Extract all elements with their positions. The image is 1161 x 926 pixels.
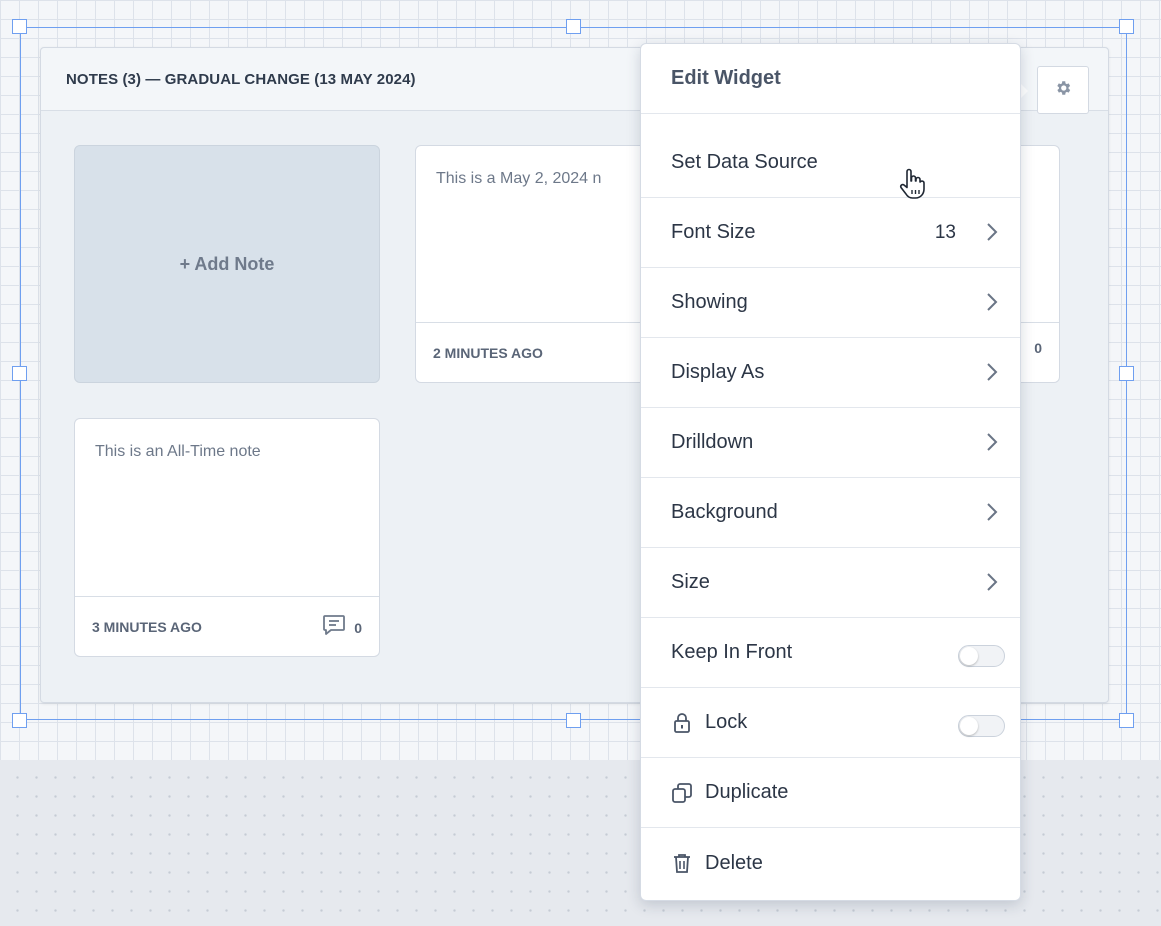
resize-handle-top-right[interactable]: [1119, 19, 1134, 34]
resize-handle-left[interactable]: [12, 366, 27, 381]
chevron-right-icon: [986, 502, 998, 527]
toggle-knob: [960, 717, 978, 735]
chevron-right-icon: [986, 572, 998, 597]
menu-item-keep-in-front: Keep In Front: [641, 618, 1020, 688]
toggle-knob: [960, 647, 978, 665]
menu-item-label: Background: [671, 501, 778, 523]
menu-item-duplicate[interactable]: Duplicate: [641, 758, 1020, 828]
menu-item-label: Size: [671, 571, 710, 593]
menu-item-label: Lock: [705, 711, 748, 733]
menu-item-label: Set Data Source: [671, 151, 818, 173]
hand-cursor-icon: [898, 168, 926, 205]
menu-item-set-data-source[interactable]: Set Data Source: [641, 128, 1020, 198]
menu-item-label: Keep In Front: [671, 641, 793, 663]
duplicate-icon: [671, 782, 693, 804]
menu-item-label: Showing: [671, 291, 748, 313]
resize-handle-top[interactable]: [566, 19, 581, 34]
menu-item-display-as[interactable]: Display As: [641, 338, 1020, 408]
menu-item-delete[interactable]: Delete: [641, 828, 1020, 898]
menu-item-lock: Lock: [641, 688, 1020, 758]
lock-icon: [671, 712, 693, 734]
chevron-right-icon: [986, 292, 998, 317]
resize-handle-bottom[interactable]: [566, 713, 581, 728]
menu-item-showing[interactable]: Showing: [641, 268, 1020, 338]
menu-item-label: Delete: [705, 851, 763, 874]
lock-toggle[interactable]: [958, 715, 1005, 737]
edit-widget-menu: Edit Widget Set Data Source Font Size 13…: [640, 43, 1021, 901]
menu-header: Edit Widget: [641, 44, 1020, 114]
menu-item-size[interactable]: Size: [641, 548, 1020, 618]
chevron-right-icon: [986, 222, 998, 247]
font-size-value: 13: [934, 221, 956, 243]
trash-icon: [671, 852, 693, 874]
menu-item-label: Drilldown: [671, 431, 754, 453]
resize-handle-top-left[interactable]: [12, 19, 27, 34]
menu-item-label: Font Size: [671, 221, 756, 243]
menu-item-font-size[interactable]: Font Size 13: [641, 198, 1020, 268]
menu-item-label: Display As: [671, 361, 765, 383]
keep-in-front-toggle[interactable]: [958, 645, 1005, 667]
resize-handle-right[interactable]: [1119, 366, 1134, 381]
resize-handle-bottom-left[interactable]: [12, 713, 27, 728]
chevron-right-icon: [986, 432, 998, 457]
menu-header-label: Edit Widget: [671, 67, 781, 89]
menu-item-background[interactable]: Background: [641, 478, 1020, 548]
menu-item-label: Duplicate: [705, 781, 789, 803]
menu-item-drilldown[interactable]: Drilldown: [641, 408, 1020, 478]
chevron-right-icon: [986, 362, 998, 387]
resize-handle-bottom-right[interactable]: [1119, 713, 1134, 728]
